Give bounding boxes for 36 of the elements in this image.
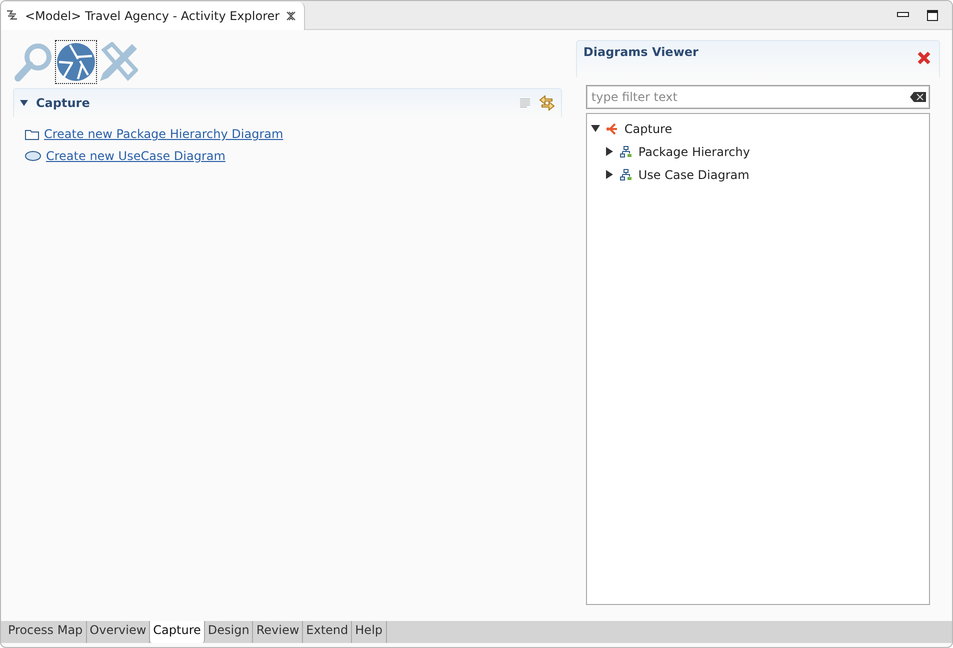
swap-arrows-icon[interactable] — [539, 95, 556, 111]
page-tab[interactable]: Capture — [150, 621, 205, 643]
editor-tab[interactable]: <Model> Travel Agency - Activity Explorer — [1, 2, 305, 30]
diagram-icon — [5, 8, 19, 22]
section-title: Capture — [36, 96, 90, 110]
page-tab[interactable]: Design — [204, 621, 254, 643]
page-tab[interactable]: Help — [352, 621, 387, 643]
page-tab[interactable]: Review — [253, 621, 304, 643]
expand-arrow-icon[interactable] — [605, 147, 614, 156]
branch-icon — [606, 122, 618, 134]
create-diagram-link[interactable]: Create new UseCase Diagram — [46, 149, 226, 163]
tree-item[interactable]: Package Hierarchy — [638, 144, 750, 158]
collapse-arrow-icon[interactable] — [20, 100, 28, 106]
hierarchy-icon — [620, 168, 632, 180]
expand-arrow-icon[interactable] — [605, 170, 614, 179]
maximize-icon[interactable] — [927, 10, 938, 20]
minimize-icon[interactable] — [897, 12, 909, 18]
filter-field[interactable]: type filter text — [586, 85, 930, 109]
viewer-title: Diagrams Viewer — [583, 45, 698, 59]
magnifier-icon — [14, 42, 54, 82]
close-icon[interactable] — [917, 51, 931, 65]
activity-button[interactable] — [55, 40, 97, 84]
pencil-ruler-icon — [98, 42, 138, 82]
folder-icon — [25, 128, 39, 140]
page-tab[interactable]: Extend — [303, 621, 352, 643]
shutter-icon — [56, 42, 96, 82]
editor-title: <Model> Travel Agency - Activity Explorer — [25, 8, 280, 22]
ellipse-icon — [25, 151, 41, 161]
clear-icon[interactable] — [910, 92, 926, 102]
tree-item[interactable]: Capture — [624, 122, 672, 136]
close-icon[interactable] — [286, 10, 296, 20]
create-diagram-link[interactable]: Create new Package Hierarchy Diagram — [44, 127, 284, 141]
tree-item[interactable]: Use Case Diagram — [638, 168, 750, 182]
hierarchy-icon — [620, 146, 632, 158]
expand-arrow-icon[interactable] — [591, 124, 600, 133]
page-tab[interactable]: Process Map — [5, 621, 87, 643]
